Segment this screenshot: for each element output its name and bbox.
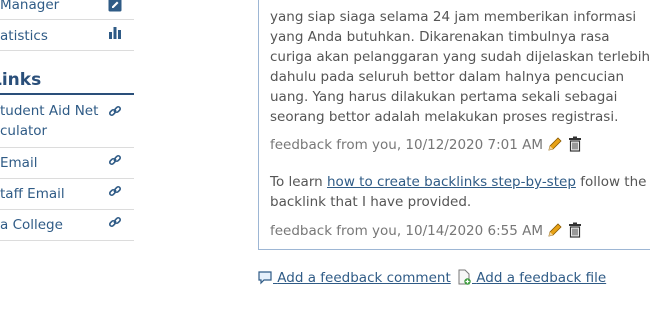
comment-bubble-icon [257, 270, 277, 286]
link-icon [108, 153, 124, 169]
links-heading-divider [0, 93, 134, 95]
sidebar-link-staff-email[interactable]: taff Email [0, 179, 134, 210]
add-feedback-file-button[interactable]: Add a feedback file [456, 268, 606, 288]
sidebar-link-student-aid[interactable]: tudent Aid Net culator [0, 101, 134, 148]
link-icon [108, 215, 124, 231]
feedback-meta-text: feedback from you, 10/14/2020 6:55 AM [270, 223, 543, 239]
sidebar-item-label: Manager [0, 0, 60, 13]
feedback-actions: Add a feedback comment Add a feedback fi… [257, 268, 650, 288]
add-feedback-comment-label: Add a feedback comment [277, 270, 451, 286]
sidebar-item-manager[interactable]: Manager [0, 0, 134, 20]
sidebar-item-label: atistics [0, 28, 48, 44]
edit-icon [108, 0, 124, 14]
feedback-intro-text: To learn [270, 174, 323, 190]
sidebar-item-statistics[interactable]: atistics [0, 20, 134, 51]
add-feedback-file-label: Add a feedback file [476, 270, 607, 286]
add-feedback-comment-button[interactable]: Add a feedback comment [257, 268, 451, 288]
sidebar-link-label: a College [0, 217, 63, 233]
bar-chart-icon [108, 26, 124, 42]
sidebar-link-label: Email [0, 155, 38, 171]
sidebar: Manager atistics Links tudent Aid Net cu… [0, 0, 134, 312]
feedback-meta: feedback from you, 10/12/2020 7:01 AM [270, 135, 650, 155]
feedback-meta: feedback from you, 10/14/2020 6:55 AM [270, 221, 650, 241]
feedback-panel: yang siap siaga selama 24 jam memberikan… [258, 0, 650, 250]
backlinks-link[interactable]: how to create backlinks step-by-step [327, 174, 576, 190]
feedback-text: yang siap siaga selama 24 jam memberikan… [270, 9, 650, 125]
sidebar-link-label: taff Email [0, 186, 65, 202]
sidebar-link-email[interactable]: Email [0, 148, 134, 179]
feedback-text-second: To learn how to create backlinks step-by… [270, 172, 650, 212]
edit-pencil-icon[interactable] [547, 137, 567, 153]
links-heading: Links [0, 70, 42, 90]
edit-pencil-icon[interactable] [547, 223, 567, 239]
feedback-meta-text: feedback from you, 10/12/2020 7:01 AM [270, 137, 543, 153]
link-icon [108, 104, 124, 120]
link-icon [108, 184, 124, 200]
trash-icon[interactable] [568, 222, 582, 239]
trash-icon[interactable] [568, 136, 582, 153]
sidebar-link-label: tudent Aid Net culator [0, 103, 99, 139]
sidebar-link-college[interactable]: a College [0, 210, 134, 241]
add-file-icon [456, 269, 476, 286]
